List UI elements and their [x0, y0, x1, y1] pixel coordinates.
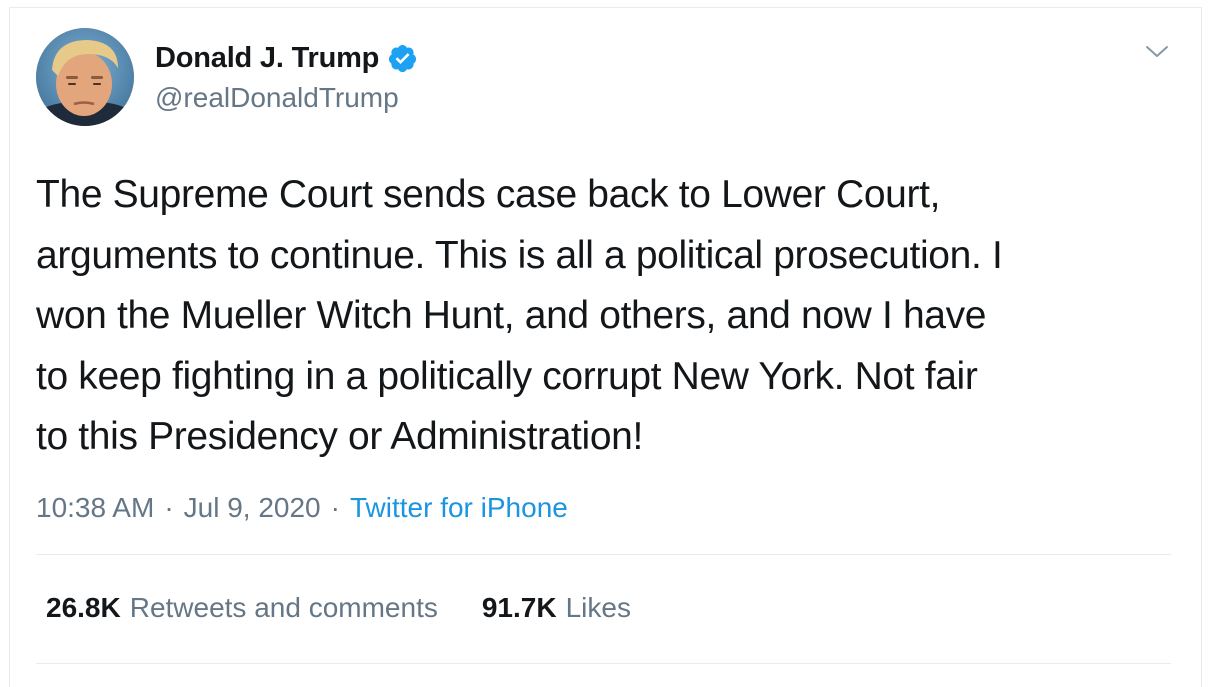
tweet-stats: 26.8K Retweets and comments 91.7K Likes — [46, 588, 631, 628]
likes-count: 91.7K — [481, 592, 557, 623]
likes-label: Likes — [565, 592, 631, 623]
tweet-text: The Supreme Court sends case back to Low… — [36, 173, 1003, 458]
divider — [36, 554, 1171, 555]
display-name[interactable]: Donald J. Trump — [155, 42, 379, 75]
retweets-label: Retweets and comments — [129, 592, 438, 623]
tweet-date[interactable]: Jul 9, 2020 — [184, 492, 321, 524]
tweet-time[interactable]: 10:38 AM — [36, 492, 154, 524]
meta-separator: · — [164, 492, 174, 523]
author-handle[interactable]: @realDonaldTrump — [155, 82, 399, 114]
chevron-down-icon — [1146, 46, 1168, 57]
tweet-card: Donald J. Trump @realDonaldTrump The Sup… — [9, 7, 1202, 687]
likes-stat[interactable]: 91.7K Likes — [482, 592, 631, 624]
retweets-count: 26.8K — [46, 592, 121, 623]
tweet-menu-button[interactable] — [1140, 38, 1174, 66]
tweet-metadata: 10:38 AM · Jul 9, 2020 · Twitter for iPh… — [36, 488, 568, 528]
author-name-row: Donald J. Trump — [155, 41, 418, 75]
divider — [36, 663, 1171, 664]
verified-badge-icon — [387, 43, 418, 74]
meta-separator: · — [330, 492, 340, 523]
retweets-stat[interactable]: 26.8K Retweets and comments — [46, 592, 438, 624]
avatar-image — [36, 28, 134, 126]
tweet-source-link[interactable]: Twitter for iPhone — [350, 492, 568, 524]
avatar[interactable] — [36, 28, 134, 126]
